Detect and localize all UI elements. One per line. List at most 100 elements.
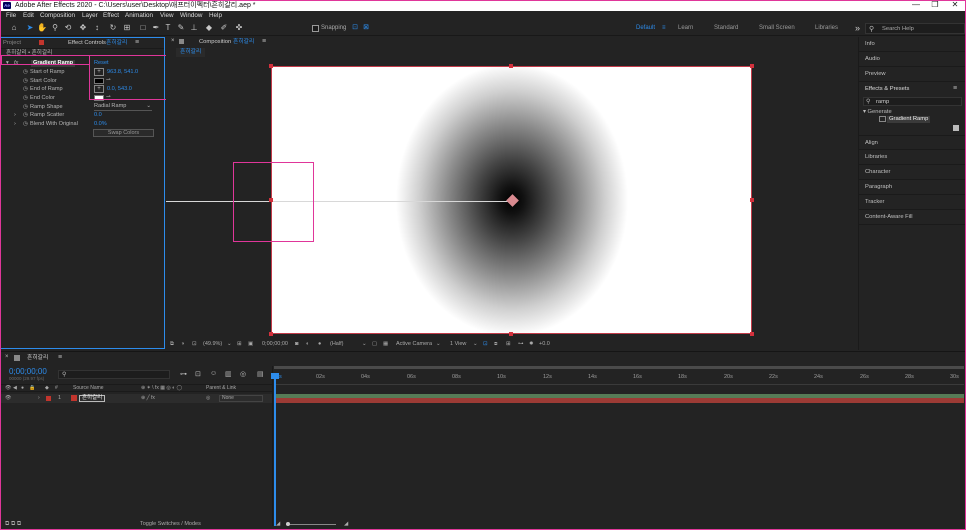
libraries-panel-item[interactable]: Libraries xyxy=(859,150,966,165)
dolly-tool-icon[interactable]: ↕ xyxy=(92,23,102,33)
panel-menu-icon[interactable]: ≡ xyxy=(262,38,266,45)
swap-colors-button[interactable]: Swap Colors xyxy=(93,129,154,137)
zoom-out-icon[interactable]: ◢ xyxy=(276,521,280,527)
comp-flowchart-icon[interactable]: ⊶ xyxy=(180,370,187,378)
pickwhip-icon[interactable]: ◎ xyxy=(206,395,210,401)
panel-menu-icon[interactable]: ≡ xyxy=(58,354,62,361)
prop-value-blend-with-original[interactable]: 0.0% xyxy=(94,121,107,128)
snap-feature-icon[interactable]: ⊠ xyxy=(361,23,371,33)
home-icon[interactable]: ⌂ xyxy=(9,23,19,33)
align-panel-item[interactable]: Align xyxy=(859,135,966,150)
expand-layer-icon[interactable]: ⧉ ⧉ ⧉ xyxy=(5,521,21,528)
stopwatch-icon[interactable]: ◷ xyxy=(23,78,28,85)
stopwatch-icon[interactable]: ◷ xyxy=(23,86,28,93)
selection-tool-icon[interactable]: ➤ xyxy=(25,23,35,33)
toggle-switches-modes[interactable]: Toggle Switches / Modes xyxy=(140,521,201,527)
pixel-aspect-icon[interactable]: ⊡ xyxy=(483,340,488,348)
layer-label-color[interactable] xyxy=(46,396,51,401)
restore-button[interactable]: ❐ xyxy=(925,0,945,11)
stopwatch-icon[interactable]: ◷ xyxy=(23,121,28,128)
stopwatch-icon[interactable]: ◷ xyxy=(23,95,28,102)
source-name-header[interactable]: Source Name xyxy=(73,385,104,391)
workspace-menu-icon[interactable]: ≡ xyxy=(662,25,666,31)
panel-menu-icon[interactable]: ≡ xyxy=(135,39,139,46)
pan-behind-tool-icon[interactable]: ⊞ xyxy=(122,23,132,33)
composition-tab[interactable]: Composition xyxy=(199,37,231,47)
menu-layer[interactable]: Layer xyxy=(82,12,98,20)
menu-window[interactable]: Window xyxy=(180,12,202,20)
fast-preview-icon[interactable]: ⧈ xyxy=(494,340,498,348)
new-bin-icon[interactable] xyxy=(953,125,959,131)
layer-row[interactable]: 👁 › 1 흔히갈리 ⊕ ╱ fx ◎ None xyxy=(0,394,272,403)
stopwatch-icon[interactable]: ◷ xyxy=(23,104,28,111)
eye-icon[interactable]: 👁 xyxy=(5,395,11,401)
ramp-shape-dropdown[interactable]: Radial Ramp ⌄ xyxy=(94,103,152,111)
eraser-tool-icon[interactable]: ◆ xyxy=(204,23,214,33)
pan-tool-icon[interactable]: ✥ xyxy=(78,23,88,33)
target-region-icon[interactable]: ▢ xyxy=(372,340,377,348)
roto-brush-tool-icon[interactable]: ✐ xyxy=(219,23,229,33)
twirl-closed-icon[interactable]: › xyxy=(38,395,40,401)
draft-3d-icon[interactable]: ⊡ xyxy=(195,370,201,378)
rotate-tool-icon[interactable]: ↻ xyxy=(108,23,118,33)
timeline-timecode[interactable]: 0;00;00;00 xyxy=(9,367,47,376)
workspace-learn[interactable]: Learn xyxy=(678,25,693,31)
snap-align-icon[interactable]: ⊡ xyxy=(350,23,360,33)
effect-controls-tab-comp[interactable]: 흔히갈리 xyxy=(106,38,127,48)
zoom-tool-icon[interactable]: ⚲ xyxy=(50,23,60,33)
audio-panel-item[interactable]: Audio xyxy=(859,52,966,67)
layer-switches[interactable]: ⊕ ╱ fx xyxy=(141,395,155,401)
rectangle-tool-icon[interactable]: □ xyxy=(138,23,148,33)
workspace-libraries[interactable]: Libraries xyxy=(815,25,838,31)
zoom-in-icon[interactable]: ◢ xyxy=(344,521,348,527)
minimize-button[interactable]: — xyxy=(906,0,926,11)
transparency-grid-icon[interactable]: ▦ xyxy=(383,340,388,348)
playhead[interactable] xyxy=(274,374,276,526)
motion-blur-icon[interactable]: ◎ xyxy=(240,370,246,378)
magnification-dropdown[interactable]: (49.9%) xyxy=(203,340,222,348)
info-panel-item[interactable]: Info xyxy=(859,37,966,52)
exposure-value[interactable]: +0.0 xyxy=(539,340,550,348)
current-time-display[interactable]: 0;00;00;00 xyxy=(262,340,288,348)
work-area-bar[interactable] xyxy=(274,366,964,369)
snapshot-camera-icon[interactable]: ◙ xyxy=(295,340,298,348)
menu-help[interactable]: Help xyxy=(209,12,222,20)
workspace-small-screen[interactable]: Small Screen xyxy=(759,25,795,31)
orbit-tool-icon[interactable]: ⟲ xyxy=(63,23,73,33)
menu-edit[interactable]: Edit xyxy=(23,12,34,20)
exposure-icon[interactable]: ✹ xyxy=(529,340,534,348)
clone-stamp-tool-icon[interactable]: ⊥ xyxy=(189,23,199,33)
workspace-default[interactable]: Default xyxy=(636,25,655,31)
transform-handle[interactable] xyxy=(509,64,513,68)
composition-sub-tab[interactable]: 흔히갈리 xyxy=(176,48,206,57)
twirl-closed-icon[interactable]: › xyxy=(14,121,16,128)
graph-editor-icon[interactable]: ▤ xyxy=(257,370,264,378)
menu-animation[interactable]: Animation xyxy=(125,12,153,20)
tracker-panel-item[interactable]: Tracker xyxy=(859,195,966,210)
effect-controls-tab[interactable]: Effect Controls xyxy=(68,38,106,48)
content-aware-fill-panel-item[interactable]: Content-Aware Fill xyxy=(859,210,966,225)
layer-duration-bar[interactable] xyxy=(275,398,964,403)
flowchart-icon[interactable]: ⊶ xyxy=(518,340,524,348)
transparency-icon[interactable]: ▣ xyxy=(248,340,253,348)
panel-menu-icon[interactable]: ≡ xyxy=(953,85,957,92)
always-preview-icon[interactable]: ⧉ xyxy=(170,340,174,348)
parent-link-header[interactable]: Parent & Link xyxy=(206,385,236,391)
hand-tool-icon[interactable]: ✋ xyxy=(37,23,47,33)
layer-name[interactable]: 흔히갈리 xyxy=(79,395,106,402)
camera-view-dropdown[interactable]: Active Camera xyxy=(396,340,432,348)
stopwatch-icon[interactable]: ◷ xyxy=(23,69,28,76)
grid-icon[interactable]: ⊞ xyxy=(237,340,242,348)
color-channel-icon[interactable]: ● xyxy=(318,340,321,348)
stopwatch-icon[interactable]: ◷ xyxy=(23,112,28,119)
transform-handle[interactable] xyxy=(750,198,754,202)
menu-composition[interactable]: Composition xyxy=(40,12,75,20)
brush-tool-icon[interactable]: ✎ xyxy=(176,23,186,33)
mask-visibility-icon[interactable]: ◑ xyxy=(181,340,184,348)
transform-handle[interactable] xyxy=(269,64,273,68)
prop-value-ramp-scatter[interactable]: 0.0 xyxy=(94,112,102,119)
twirl-closed-icon[interactable]: › xyxy=(14,112,16,119)
close-button[interactable]: ✕ xyxy=(945,0,965,11)
menu-effect[interactable]: Effect xyxy=(103,12,119,20)
effects-search-input[interactable]: ⚲ ramp xyxy=(863,97,962,106)
